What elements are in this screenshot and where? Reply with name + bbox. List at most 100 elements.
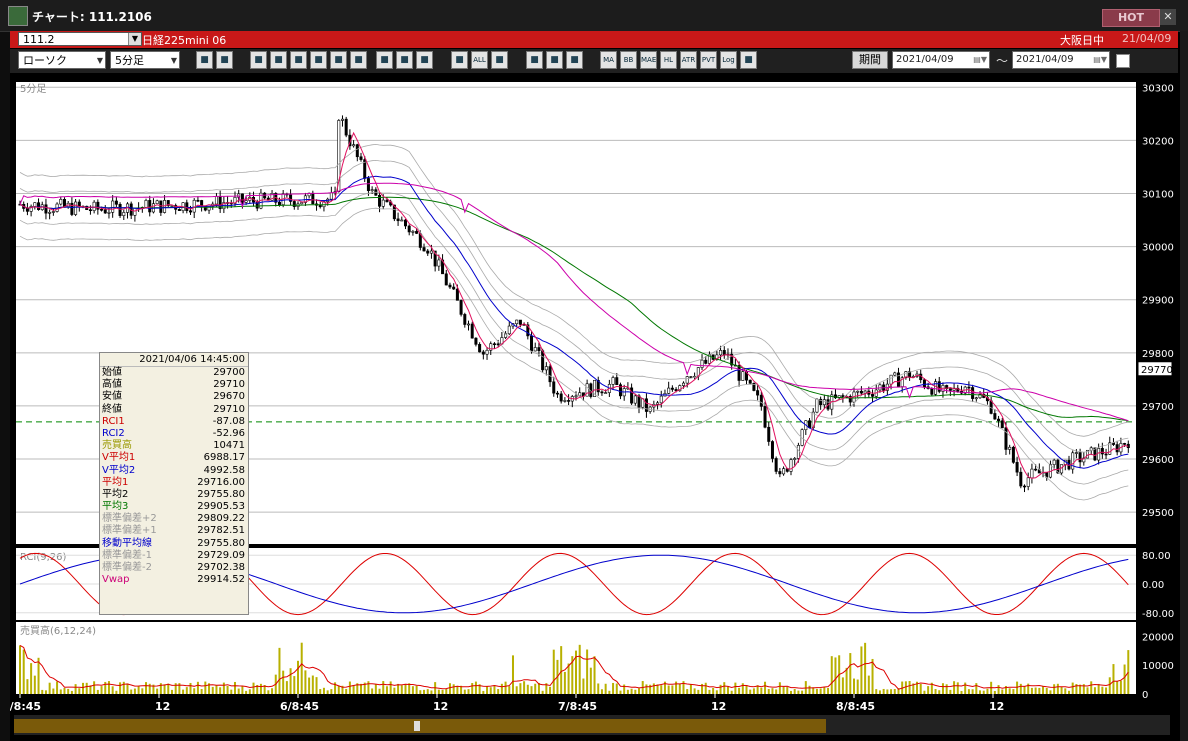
candle-body	[177, 209, 181, 211]
candle-body	[463, 314, 467, 325]
volume-bar	[689, 684, 692, 694]
volume-bar	[830, 656, 833, 694]
volume-bar	[437, 689, 440, 694]
volume-bar	[226, 685, 229, 694]
volume-bar	[104, 681, 107, 694]
volume-bar	[586, 649, 589, 694]
window-titlebar[interactable]: チャート: 111.2106 HOT ✕	[0, 0, 1188, 32]
candle-body	[822, 399, 826, 406]
volume-bar	[411, 686, 414, 694]
chart-scrollbar[interactable]	[14, 715, 1170, 735]
bar-button[interactable]: ■	[290, 51, 307, 69]
tooltip-row: 高値 29710	[100, 379, 248, 391]
rci-tick-label: -80.00	[1142, 609, 1174, 620]
zoom-button[interactable]: ■	[196, 51, 213, 69]
arrow-button[interactable]: ■	[376, 51, 393, 69]
trend-button[interactable]: ■	[491, 51, 508, 69]
volume-bar	[1030, 687, 1033, 694]
volume-bar	[764, 681, 767, 694]
tooltip-label: Vwap	[102, 574, 130, 586]
candle-body	[148, 200, 152, 213]
x-tick-label: 12	[989, 700, 1004, 713]
mae-button[interactable]: MAE	[640, 51, 657, 69]
indicator-button[interactable]: ■	[310, 51, 327, 69]
volume-bar	[44, 690, 47, 694]
log-button[interactable]: Log	[720, 51, 737, 69]
candle-body	[144, 200, 148, 208]
atr-button[interactable]: ATR	[680, 51, 697, 69]
symbol-code-input[interactable]: 111.2 ▼	[18, 32, 142, 46]
bar3-button[interactable]: ■	[451, 51, 468, 69]
candle-body	[200, 200, 204, 207]
bar2-button[interactable]: ■	[416, 51, 433, 69]
calendar-icon[interactable]: ▤▼	[973, 52, 987, 68]
bar3-icon: ■	[455, 55, 464, 65]
symbol-code-value: 111.2	[23, 33, 55, 46]
candle-body	[118, 204, 122, 216]
chevron-down-icon[interactable]: ▼	[128, 33, 141, 45]
volume-bar	[456, 685, 459, 694]
date-from-picker[interactable]: 2021/04/09 ▤▼	[892, 51, 990, 69]
all-button[interactable]: ALL	[471, 51, 488, 69]
volume-bar	[374, 684, 377, 694]
brush-button[interactable]: ■	[526, 51, 543, 69]
volume-bar	[945, 684, 948, 694]
checkbox[interactable]	[1116, 54, 1130, 68]
bb-button[interactable]: BB	[620, 51, 637, 69]
tooltip-value: 29755.80	[197, 537, 245, 549]
close-button[interactable]: ✕	[1160, 9, 1176, 25]
tooltip-row: 標準偏差+1 29782.51	[100, 525, 248, 537]
volume-bar	[167, 683, 170, 694]
candle-body	[756, 390, 760, 396]
volume-bar	[1053, 684, 1056, 694]
candle-body	[1100, 448, 1104, 455]
ma-button[interactable]: MA	[600, 51, 617, 69]
interval-value: 5分足	[115, 54, 144, 67]
calendar-icon[interactable]: ▤▼	[1093, 52, 1107, 68]
draw-button[interactable]: ■	[350, 51, 367, 69]
chart-type-select[interactable]: ローソク ▼	[18, 51, 106, 69]
volume-bar	[934, 689, 937, 694]
mark-button[interactable]: ■	[330, 51, 347, 69]
candle-body	[611, 377, 615, 385]
cursor-button[interactable]: ■	[216, 51, 233, 69]
volume-bar	[252, 682, 255, 694]
hot-button[interactable]: HOT	[1102, 9, 1160, 27]
candle-body	[808, 420, 812, 428]
candle-body	[411, 231, 415, 233]
period-button[interactable]: 期間	[852, 51, 888, 69]
candle-body	[1115, 444, 1119, 453]
volume-bar	[463, 689, 466, 694]
search-move-button[interactable]: ■	[270, 51, 287, 69]
ohlc-button[interactable]: ■	[566, 51, 583, 69]
volume-bar	[415, 685, 418, 694]
date-to-picker[interactable]: 2021/04/09 ▤▼	[1012, 51, 1110, 69]
color-button[interactable]: ■	[546, 51, 563, 69]
save-button[interactable]: ■	[740, 51, 757, 69]
interval-select[interactable]: 5分足 ▼	[110, 51, 180, 69]
scrollbar-grip-icon[interactable]	[414, 721, 420, 731]
volume-bar	[389, 681, 392, 694]
candle-body	[1019, 471, 1023, 487]
volume-bar	[686, 689, 689, 694]
volume-bar	[871, 658, 874, 694]
chevron-down-icon: ▼	[170, 56, 177, 65]
volume-bar	[489, 687, 492, 694]
volume-bar	[304, 670, 307, 694]
select-button[interactable]: ■	[396, 51, 413, 69]
volume-bar	[319, 689, 322, 694]
volume-bar	[979, 690, 982, 694]
hl-button[interactable]: HL	[660, 51, 677, 69]
pin-button[interactable]: ■	[250, 51, 267, 69]
tooltip-value: 29702.38	[197, 562, 245, 573]
session-date: 21/04/09	[1122, 32, 1172, 45]
tooltip-label: RCI1	[102, 415, 125, 427]
pvt-button[interactable]: PVT	[700, 51, 717, 69]
candle-body	[329, 192, 333, 200]
chart-toolbar: ローソク ▼ 5分足 ▼ ■ ■ ■ ■ ■ ■ ■ ■ ■ ■ ■ ■ ALL ■ ■ ■ ■ MA BB MAE HL A…	[10, 49, 1178, 73]
candle-body	[559, 393, 563, 402]
volume-bar	[671, 685, 674, 694]
candle-body	[318, 204, 322, 208]
volume-bar	[923, 690, 926, 694]
symbol-name: 日経225mini 06	[142, 34, 227, 47]
